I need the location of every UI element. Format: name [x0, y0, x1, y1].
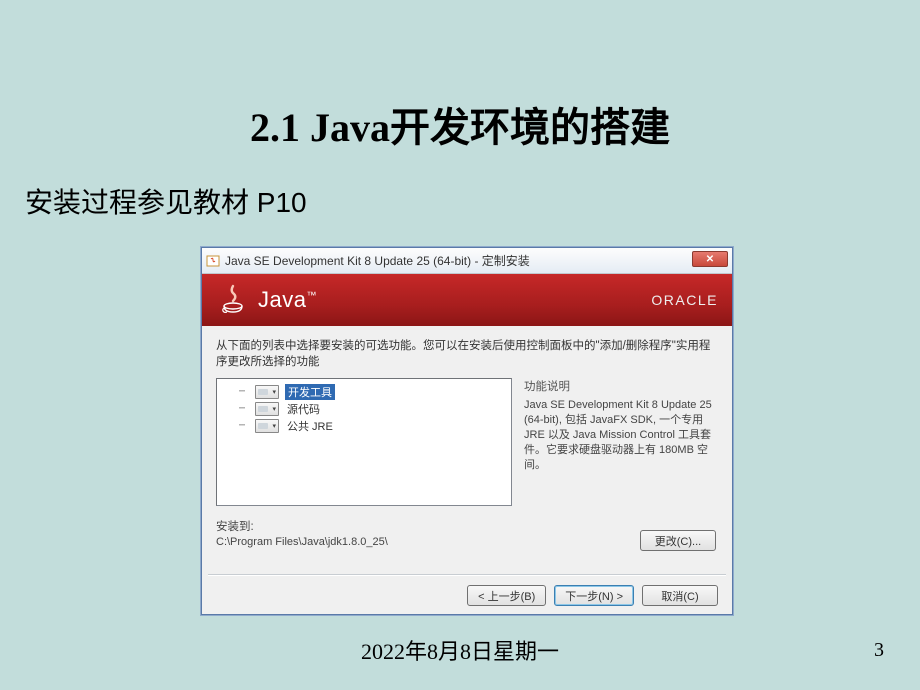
feature-tree[interactable]: ⋯ ▾ 开发工具 ⋯ ▾ 源代码 ⋯ ▾ 公共 JRE — [216, 378, 512, 506]
feature-label: 开发工具 — [285, 384, 335, 400]
java-coffee-icon — [216, 283, 250, 317]
slide-title: 2.1 Java开发环境的搭建 — [0, 0, 920, 153]
feature-label: 公共 JRE — [285, 418, 335, 434]
tree-connector-icon: ⋯ — [239, 386, 253, 397]
feature-description: 功能说明 Java SE Development Kit 8 Update 25… — [524, 378, 718, 506]
drive-icon[interactable]: ▾ — [255, 385, 279, 399]
drive-icon[interactable]: ▾ — [255, 419, 279, 433]
tree-connector-icon: ⋯ — [239, 403, 253, 414]
window-close-button[interactable]: ✕ — [692, 251, 728, 267]
oracle-logo-text: ORACLE — [651, 292, 718, 308]
slide-subtitle: 安装过程参见教材 P10 — [0, 153, 920, 221]
page-number: 3 — [874, 639, 884, 662]
tree-connector-icon: ⋯ — [239, 420, 253, 431]
java-box-icon — [206, 254, 220, 268]
feature-item-source[interactable]: ⋯ ▾ 源代码 — [219, 400, 509, 417]
back-button[interactable]: < 上一步(B) — [467, 585, 546, 606]
java-logo-text: Java™ — [258, 287, 317, 313]
cancel-button[interactable]: 取消(C) — [642, 585, 718, 606]
button-row: < 上一步(B) 下一步(N) > 取消(C) — [202, 575, 732, 616]
feature-label: 源代码 — [285, 401, 322, 417]
installer-window: Java SE Development Kit 8 Update 25 (64-… — [201, 247, 733, 615]
close-icon: ✕ — [706, 254, 714, 265]
titlebar[interactable]: Java SE Development Kit 8 Update 25 (64-… — [202, 248, 732, 274]
titlebar-text: Java SE Development Kit 8 Update 25 (64-… — [225, 252, 530, 269]
instruction-text: 从下面的列表中选择要安装的可选功能。您可以在安装后使用控制面板中的"添加/删除程… — [216, 338, 718, 370]
next-button[interactable]: 下一步(N) > — [554, 585, 634, 606]
footer-date: 2022年8月8日星期一 — [0, 634, 920, 666]
desc-text: Java SE Development Kit 8 Update 25 (64-… — [524, 398, 718, 472]
feature-item-dev-tools[interactable]: ⋯ ▾ 开发工具 — [219, 383, 509, 400]
banner: Java™ ORACLE — [202, 274, 732, 326]
change-button[interactable]: 更改(C)... — [640, 530, 716, 551]
desc-title: 功能说明 — [524, 378, 718, 394]
content-area: 从下面的列表中选择要安装的可选功能。您可以在安装后使用控制面板中的"添加/删除程… — [202, 326, 732, 574]
drive-icon[interactable]: ▾ — [255, 402, 279, 416]
feature-item-jre[interactable]: ⋯ ▾ 公共 JRE — [219, 417, 509, 434]
